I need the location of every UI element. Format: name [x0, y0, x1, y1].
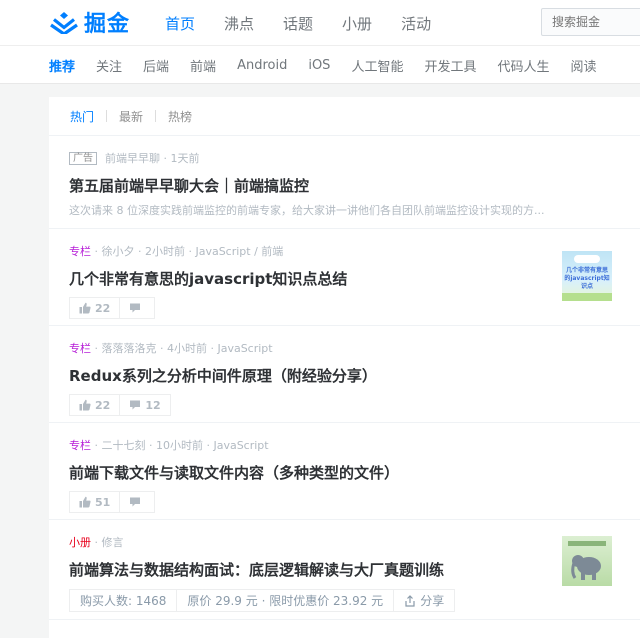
category-recommended[interactable]: 推荐: [49, 56, 75, 75]
like-count: 22: [95, 398, 111, 412]
article-feed: 热门 最新 热榜 广告 前端早早聊 · 1天前 第五届前端早早聊大会｜前端搞监控 …: [49, 97, 640, 638]
category-ios[interactable]: iOS: [308, 58, 330, 73]
list-item[interactable]: 小册 · 修言 前端算法与数据结构面试：底层逻辑解读与大厂真题训练 购买人数: …: [49, 520, 640, 620]
comment-icon: [130, 497, 141, 507]
top-header: 掘金 首页 沸点 话题 小册 活动: [0, 0, 640, 46]
tab-hot-list[interactable]: 热榜: [168, 108, 192, 125]
comment-icon: [130, 400, 141, 410]
book-cover[interactable]: [562, 536, 612, 586]
category-android[interactable]: Android: [237, 58, 287, 73]
comment-button[interactable]: 12: [120, 394, 171, 416]
category-frontend[interactable]: 前端: [190, 56, 216, 75]
thumbs-up-icon: [79, 496, 91, 508]
thumbs-up-icon: [79, 302, 91, 314]
category-devtools[interactable]: 开发工具: [424, 56, 476, 75]
like-button[interactable]: 22: [69, 297, 121, 319]
list-item[interactable]: [49, 620, 640, 638]
entry-title[interactable]: Redux系列之分析中间件原理（附经验分享）: [69, 366, 620, 386]
thumbs-up-icon: [79, 399, 91, 411]
book-tag: 小册: [69, 536, 91, 549]
entry-meta-text: · 二十七刻 · 10小时前 · JavaScript: [91, 439, 269, 452]
tab-divider: [155, 110, 157, 122]
feed-tabs: 热门 最新 热榜: [49, 97, 640, 136]
entry-meta-text: 前端早早聊 · 1天前: [105, 152, 200, 165]
entry-meta: 广告 前端早早聊 · 1天前: [69, 152, 620, 166]
entry-meta: 专栏 · 落落落洛克 · 4小时前 · JavaScript: [69, 342, 620, 356]
like-button[interactable]: 51: [69, 491, 121, 513]
buyer-count: 购买人数: 1468: [69, 589, 178, 612]
tab-latest[interactable]: 最新: [119, 108, 143, 125]
entry-actions: 22 12: [69, 394, 620, 416]
entry-description: 这次请来 8 位深度实践前端监控的前端专家，给大家讲一讲他们各自团队前端监控设计…: [69, 204, 545, 217]
category-ai[interactable]: 人工智能: [351, 56, 403, 75]
entry-meta-text: · 徐小夕 · 2小时前 · JavaScript / 前端: [91, 245, 284, 258]
search-input[interactable]: [541, 8, 640, 36]
price-info: 原价 29.9 元 · 限时优惠价 23.92 元: [177, 589, 395, 612]
entry-actions: 51: [69, 491, 620, 513]
comment-icon: [130, 303, 141, 313]
column-tag: 专栏: [69, 245, 91, 258]
share-icon: [405, 594, 415, 607]
comment-button[interactable]: [120, 491, 156, 513]
nav-events[interactable]: 活动: [401, 13, 431, 34]
list-item[interactable]: 专栏 · 二十七刻 · 10小时前 · JavaScript 前端下载文件与读取…: [49, 423, 640, 520]
entry-meta-text: · 修言: [91, 536, 124, 549]
nav-pins[interactable]: 沸点: [224, 13, 254, 34]
like-count: 22: [95, 301, 111, 315]
nav-books[interactable]: 小册: [342, 13, 372, 34]
column-tag: 专栏: [69, 342, 91, 355]
category-following[interactable]: 关注: [96, 56, 122, 75]
thumbnail-text: 几个非常有意思的javascript知识点: [564, 267, 610, 290]
elephant-icon: [568, 541, 606, 580]
tab-divider: [106, 110, 108, 122]
entry-meta-text: · 落落落洛克 · 4小时前 · JavaScript: [91, 342, 273, 355]
grass-shape: [562, 293, 612, 301]
like-count: 51: [95, 495, 111, 509]
entry-title[interactable]: 前端算法与数据结构面试：底层逻辑解读与大厂真题训练: [69, 560, 620, 580]
juejin-logo[interactable]: 掘金: [50, 7, 130, 37]
entry-meta: 专栏 · 二十七刻 · 10小时前 · JavaScript: [69, 439, 620, 453]
category-backend[interactable]: 后端: [143, 56, 169, 75]
nav-home[interactable]: 首页: [165, 13, 195, 34]
entry-title[interactable]: 几个非常有意思的javascript知识点总结: [69, 269, 620, 289]
comment-count: 12: [145, 398, 161, 412]
share-label: 分享: [420, 594, 445, 608]
ad-tag: 广告: [69, 152, 97, 165]
category-bar: 推荐 关注 后端 前端 Android iOS 人工智能 开发工具 代码人生 阅…: [0, 46, 640, 84]
list-item[interactable]: 广告 前端早早聊 · 1天前 第五届前端早早聊大会｜前端搞监控 这次请来 8 位深…: [49, 136, 640, 229]
logo-text: 掘金: [84, 12, 131, 37]
entry-title[interactable]: 前端下载文件与读取文件内容（多种类型的文件）: [69, 463, 620, 483]
list-item[interactable]: 专栏 · 徐小夕 · 2小时前 · JavaScript / 前端 几个非常有意…: [49, 229, 640, 326]
book-actions: 购买人数: 1468 原价 29.9 元 · 限时优惠价 23.92 元 分享: [69, 589, 620, 612]
nav-topics[interactable]: 话题: [283, 13, 313, 34]
tab-hot[interactable]: 热门: [70, 108, 94, 125]
list-item[interactable]: 专栏 · 落落落洛克 · 4小时前 · JavaScript Redux系列之分…: [49, 326, 640, 423]
category-code-life[interactable]: 代码人生: [497, 56, 549, 75]
entry-meta: 小册 · 修言: [69, 536, 620, 550]
share-button[interactable]: 分享: [394, 589, 456, 612]
entry-meta: 专栏 · 徐小夕 · 2小时前 · JavaScript / 前端: [69, 245, 620, 259]
juejin-logo-icon: [50, 12, 78, 34]
entry-title[interactable]: 第五届前端早早聊大会｜前端搞监控: [69, 176, 620, 196]
category-reading[interactable]: 阅读: [570, 56, 596, 75]
comment-button[interactable]: [120, 297, 156, 319]
column-tag: 专栏: [69, 439, 91, 452]
article-thumbnail[interactable]: 几个非常有意思的javascript知识点: [562, 251, 612, 301]
cloud-shape: [574, 255, 600, 263]
entry-actions: 22: [69, 297, 620, 319]
main-nav: 首页 沸点 话题 小册 活动: [165, 0, 460, 46]
like-button[interactable]: 22: [69, 394, 121, 416]
